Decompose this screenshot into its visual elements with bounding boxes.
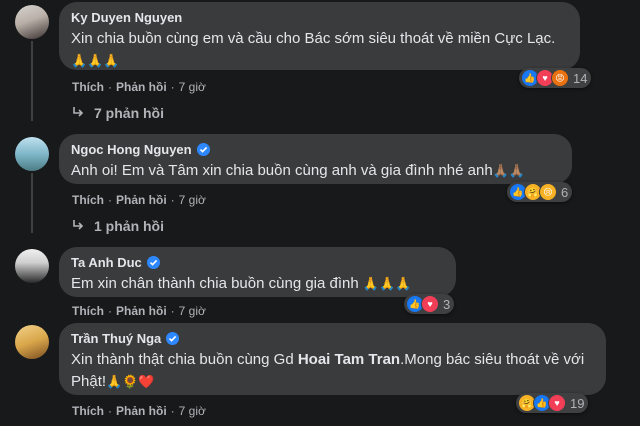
like-button[interactable]: Thích [72,80,104,94]
comment-actions: Thích · Phản hồi · 7 giờ [72,304,206,318]
mention-link[interactable]: Hoai Tam Tran [298,351,400,368]
reaction-count: 3 [443,296,451,312]
comment-text: Xin thành thật chia buồn cùng Gd Hoai Ta… [71,351,585,390]
comment-text: Em xin chân thành chia buồn cùng gia đìn… [71,275,412,292]
like-button[interactable]: Thích [72,193,104,207]
verified-badge-icon [146,256,160,269]
emoji: 🙏🙏🙏 [362,277,412,292]
angry-icon: 😡 [551,69,569,87]
reply-button[interactable]: Phản hồi [116,404,167,418]
sad-icon: 😢 [539,183,557,201]
emoji: 🙏🏽🙏🏽 [492,164,526,179]
thread-line [31,173,33,233]
comment-bubble: Ngoc Hong Nguyen Anh oi! Em và Tâm xin c… [59,134,572,184]
love-icon: ♥ [548,394,566,412]
comment-author[interactable]: Ky Duyen Nguyen [71,10,182,25]
reply-button[interactable]: Phản hồi [116,193,167,207]
separator: · [108,404,112,418]
comment-bubble: Trần Thuý Nga Xin thành thật chia buồn c… [59,323,606,395]
verified-badge-icon [166,332,180,345]
separator: · [170,80,175,94]
view-replies-link[interactable]: 1 phản hồi [72,218,164,234]
reply-arrow-icon [72,105,84,121]
comment-author[interactable]: Ngoc Hong Nguyen [71,142,210,157]
reactions-summary[interactable]: 🤗 👍 ♥ 19 [516,393,589,413]
replies-label: 7 phản hồi [94,105,164,121]
comment-text: Anh oi! Em và Tâm xin chia buồn cùng anh… [71,162,526,179]
avatar[interactable] [15,325,49,359]
reactions-summary[interactable]: 👍 🤗 😢 6 [507,182,573,202]
replies-label: 1 phản hồi [94,218,164,234]
love-icon: ♥ [421,295,439,313]
comment-actions: Thích · Phản hồi · 7 giờ [72,193,206,207]
separator: · [108,304,112,318]
like-button[interactable]: Thích [72,304,104,318]
separator: · [170,404,175,418]
reply-button[interactable]: Phản hồi [116,80,167,94]
thread-line [31,41,33,121]
timestamp[interactable]: 7 giờ [179,193,206,207]
avatar[interactable] [15,249,49,283]
emoji: 🙏🙏🙏 [71,54,120,69]
reactions-summary[interactable]: 👍 ♥ 3 [404,294,455,314]
separator: · [170,193,175,207]
reaction-count: 6 [561,184,569,200]
separator: · [108,193,112,207]
comment-bubble: Ky Duyen Nguyen Xin chia buồn cùng em và… [59,2,580,70]
avatar[interactable] [15,137,49,171]
comment-author[interactable]: Ta Anh Duc [71,255,160,270]
comment-actions: Thích · Phản hồi · 7 giờ [72,80,206,94]
timestamp[interactable]: 7 giờ [179,304,206,318]
verified-badge-icon [196,143,210,156]
reaction-count: 14 [573,70,588,86]
comment-text: Xin chia buồn cùng em và cầu cho Bác sớm… [71,30,556,69]
reply-button[interactable]: Phản hồi [116,304,167,318]
comment-actions: Thích · Phản hồi · 7 giờ [72,404,206,418]
reactions-summary[interactable]: 👍 ♥ 😡 14 [519,68,592,88]
comment-bubble: Ta Anh Duc Em xin chân thành chia buồn c… [59,247,456,297]
emoji: 🙏🌻❤️ [106,375,155,390]
timestamp[interactable]: 7 giờ [179,80,206,94]
view-replies-link[interactable]: 7 phản hồi [72,105,164,121]
like-button[interactable]: Thích [72,404,104,418]
reply-arrow-icon [72,218,84,234]
comment-author[interactable]: Trần Thuý Nga [71,331,180,346]
reaction-count: 19 [570,395,585,411]
avatar[interactable] [15,5,49,39]
separator: · [170,304,175,318]
separator: · [108,80,112,94]
timestamp[interactable]: 7 giờ [179,404,206,418]
